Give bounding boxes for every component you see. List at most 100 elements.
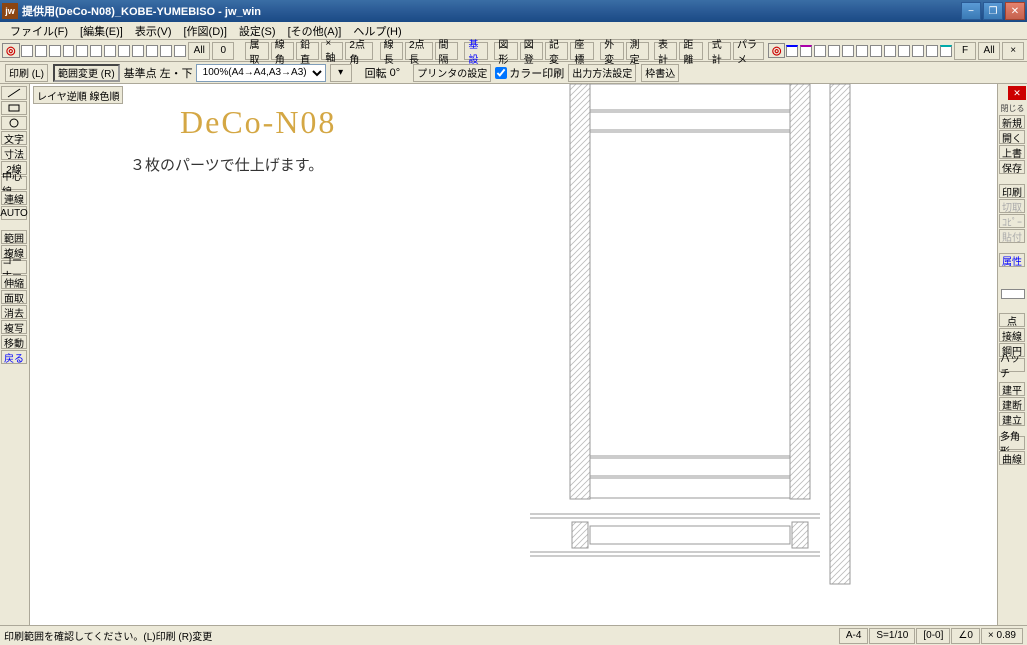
panel-close-icon[interactable]: ✕ bbox=[1008, 86, 1026, 100]
status-layer[interactable]: [0-0] bbox=[916, 628, 950, 644]
color-slot[interactable] bbox=[800, 45, 812, 57]
f-button[interactable]: F bbox=[954, 42, 976, 60]
tool-polygon[interactable]: 多角形 bbox=[999, 436, 1025, 450]
tool-button[interactable]: 線角 bbox=[271, 42, 294, 60]
tool-move[interactable]: 移動 bbox=[1, 335, 27, 349]
tool-button[interactable]: 鉛直 bbox=[296, 42, 319, 60]
tool-curve[interactable]: 曲線 bbox=[999, 451, 1025, 465]
basis-button[interactable]: 基設 bbox=[464, 42, 487, 60]
tool-polyline[interactable]: 連線 bbox=[1, 191, 27, 205]
color-slot[interactable] bbox=[132, 45, 144, 57]
print-button[interactable]: 印刷 (L) bbox=[5, 64, 48, 82]
tool-button[interactable]: 座標 bbox=[570, 42, 593, 60]
frame-write-button[interactable]: 枠書込 bbox=[641, 64, 679, 82]
tool-button[interactable]: 2点長 bbox=[405, 42, 433, 60]
tool-button[interactable]: 測定 bbox=[626, 42, 649, 60]
color-print-check-input[interactable] bbox=[495, 67, 507, 79]
color-slot[interactable] bbox=[926, 45, 938, 57]
tool-undo[interactable]: 戻る bbox=[1, 350, 27, 364]
file-print[interactable]: 印刷 bbox=[999, 184, 1025, 198]
color-slot[interactable] bbox=[828, 45, 840, 57]
color-slot[interactable] bbox=[174, 45, 186, 57]
tool-button[interactable]: 線長 bbox=[380, 42, 403, 60]
status-angle[interactable]: ∠0 bbox=[951, 628, 980, 644]
tool-point[interactable]: 点 bbox=[999, 313, 1025, 327]
tool-button[interactable]: 外変 bbox=[600, 42, 623, 60]
maximize-button[interactable]: ❐ bbox=[983, 2, 1003, 20]
output-settings-button[interactable]: 出力方法設定 bbox=[568, 64, 636, 82]
status-zoom[interactable]: × 0.89 bbox=[981, 628, 1023, 644]
menu-edit[interactable]: [編集(E)] bbox=[74, 23, 129, 39]
color-slot[interactable] bbox=[160, 45, 172, 57]
edit-cut[interactable]: 切取 bbox=[999, 199, 1025, 213]
tool-centerline[interactable]: 中心線 bbox=[1, 176, 27, 190]
color-slot[interactable] bbox=[21, 45, 33, 57]
color-slot[interactable] bbox=[898, 45, 910, 57]
tool-plan[interactable]: 建平 bbox=[999, 382, 1025, 396]
origin-icon-2[interactable]: ◎ bbox=[768, 43, 786, 58]
tool-dimension[interactable]: 寸法 bbox=[1, 146, 27, 160]
color-slot[interactable] bbox=[884, 45, 896, 57]
tool-button[interactable]: 図形 bbox=[494, 42, 517, 60]
tool-button[interactable]: 間隔 bbox=[435, 42, 458, 60]
file-new[interactable]: 新規 bbox=[999, 115, 1025, 129]
tool-hatch[interactable]: ハッチ bbox=[999, 358, 1025, 372]
file-save[interactable]: 保存 bbox=[999, 160, 1025, 174]
color-slot[interactable] bbox=[940, 45, 952, 57]
color-slot[interactable] bbox=[90, 45, 102, 57]
color-slot[interactable] bbox=[104, 45, 116, 57]
tool-button[interactable]: 記変 bbox=[545, 42, 568, 60]
scale-select[interactable]: 100%(A4→A4,A3→A3) bbox=[196, 64, 326, 82]
color-slot[interactable] bbox=[912, 45, 924, 57]
drawing-canvas[interactable]: レイヤ逆順 線色順 DeCo-N08 ３枚のパーツで仕上げます。 bbox=[30, 84, 997, 625]
color-slot[interactable] bbox=[870, 45, 882, 57]
color-slot[interactable] bbox=[856, 45, 868, 57]
color-print-checkbox[interactable]: カラー印刷 bbox=[495, 65, 564, 81]
file-overwrite[interactable]: 上書 bbox=[999, 145, 1025, 159]
tool-auto[interactable]: AUTO bbox=[1, 206, 27, 220]
color-slot[interactable] bbox=[146, 45, 158, 57]
printer-settings-button[interactable]: プリンタの設定 bbox=[413, 64, 491, 82]
color-slot[interactable] bbox=[814, 45, 826, 57]
color-slot[interactable] bbox=[63, 45, 75, 57]
menu-file[interactable]: ファイル(F) bbox=[4, 23, 74, 39]
scale-step-button[interactable]: ▾ bbox=[330, 64, 352, 82]
tool-button[interactable]: ×軸 bbox=[321, 42, 343, 60]
file-open[interactable]: 開く bbox=[999, 130, 1025, 144]
all-button[interactable]: All bbox=[188, 42, 210, 60]
tool-button[interactable]: パラメ bbox=[733, 42, 764, 60]
tool-line[interactable] bbox=[1, 86, 27, 100]
tool-chamfer[interactable]: 面取 bbox=[1, 290, 27, 304]
status-scale[interactable]: S=1/10 bbox=[869, 628, 915, 644]
x-button[interactable]: × bbox=[1002, 42, 1024, 60]
menu-view[interactable]: 表示(V) bbox=[129, 23, 178, 39]
tool-elevation[interactable]: 建立 bbox=[999, 412, 1025, 426]
all-button-2[interactable]: All bbox=[978, 42, 1000, 60]
edit-copy[interactable]: ｺﾋﾟｰ bbox=[999, 214, 1025, 228]
tool-button[interactable]: 距離 bbox=[679, 42, 702, 60]
tool-copy[interactable]: 複写 bbox=[1, 320, 27, 334]
menu-draw[interactable]: [作図(D)] bbox=[178, 23, 233, 39]
tool-extend[interactable]: 伸縮 bbox=[1, 275, 27, 289]
close-button[interactable]: ✕ bbox=[1005, 2, 1025, 20]
tool-button[interactable]: 式計 bbox=[708, 42, 731, 60]
edit-paste[interactable]: 貼付 bbox=[999, 229, 1025, 243]
origin-icon[interactable]: ◎ bbox=[2, 43, 20, 58]
tool-corner[interactable]: コーナー bbox=[1, 260, 27, 274]
color-slot[interactable] bbox=[35, 45, 47, 57]
status-paper[interactable]: A-4 bbox=[839, 628, 869, 644]
zero-button[interactable]: 0 bbox=[212, 42, 234, 60]
layer-order-button[interactable]: レイヤ逆順 線色順 bbox=[33, 86, 123, 104]
color-slot[interactable] bbox=[49, 45, 61, 57]
tool-text[interactable]: 文字 bbox=[1, 131, 27, 145]
tool-range[interactable]: 範囲 bbox=[1, 230, 27, 244]
tool-tangent[interactable]: 接線 bbox=[999, 328, 1025, 342]
tool-button[interactable]: 属取 bbox=[245, 42, 268, 60]
color-slot[interactable] bbox=[76, 45, 88, 57]
minimize-button[interactable]: − bbox=[961, 2, 981, 20]
tool-circle[interactable] bbox=[1, 116, 27, 130]
attributes-button[interactable]: 属性 bbox=[999, 253, 1025, 267]
tool-rect[interactable] bbox=[1, 101, 27, 115]
tool-button[interactable]: 表計 bbox=[654, 42, 677, 60]
tool-button[interactable]: 図登 bbox=[520, 42, 543, 60]
